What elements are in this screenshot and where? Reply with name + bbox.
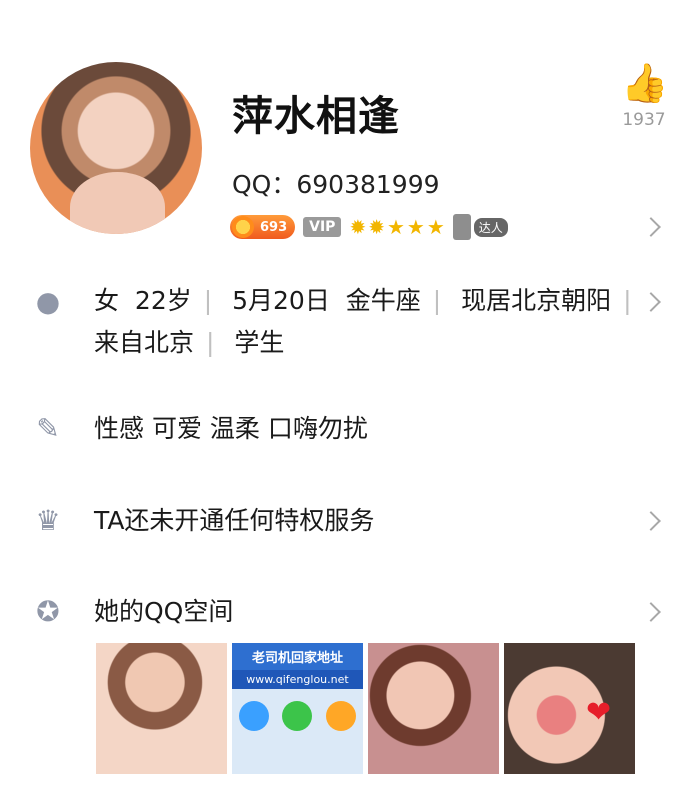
- person-icon: ●: [35, 285, 61, 318]
- thumbs-up-icon: 👍: [621, 61, 669, 105]
- star-icon: ★: [386, 215, 405, 239]
- wechat-login-icon: [282, 701, 313, 731]
- level-value: 693: [260, 219, 288, 235]
- privilege-row[interactable]: ♛ TA还未开通任何特权服务: [0, 500, 691, 544]
- level-badge: 693: [230, 215, 296, 239]
- birthday: 5月20日: [232, 286, 330, 315]
- qzone-photo[interactable]: [96, 643, 227, 774]
- qzone-photo[interactable]: ❤: [504, 643, 635, 774]
- qzone-photo[interactable]: [368, 643, 499, 774]
- phone-login-icon: [326, 701, 357, 731]
- qzone-photos: 老司机回家地址 www.qifenglou.net ❤: [96, 643, 635, 774]
- phone-wing-icon: [452, 214, 471, 240]
- signature-text: 性感 可爱 温柔 口嗨勿扰: [94, 414, 368, 443]
- chevron-right-icon: [641, 602, 661, 622]
- qzone-title: 她的QQ空间: [94, 597, 234, 626]
- privilege-text: TA还未开通任何特权服务: [94, 506, 375, 535]
- star-icon: ★: [406, 215, 425, 239]
- chevron-right-icon: [641, 511, 661, 531]
- info-line-2: 来自北京 | 学生: [94, 328, 285, 357]
- chevron-right-icon: [641, 292, 661, 312]
- info-row[interactable]: ● 女 22岁 | 5月20日 金牛座 | 现居北京朝阳 | 来自北京 | 学生: [0, 280, 691, 370]
- avatar[interactable]: [30, 62, 202, 234]
- zodiac: 金牛座: [345, 286, 421, 315]
- star-icon: ✪: [36, 595, 60, 628]
- photo-url: www.qifenglou.net: [232, 670, 363, 689]
- age: 22岁: [134, 286, 192, 315]
- qzone-row[interactable]: ✪ 她的QQ空间: [0, 591, 691, 635]
- gender: 女: [94, 286, 120, 315]
- sun-icon: ✹: [349, 215, 367, 239]
- sun-icon: ✹: [368, 215, 385, 239]
- star-icon: ★: [426, 215, 445, 239]
- signature-row[interactable]: ✎ 性感 可爱 温柔 口嗨勿扰: [0, 408, 691, 452]
- like-button[interactable]: 👍 1937: [621, 61, 669, 130]
- like-count: 1937: [622, 110, 666, 130]
- qq-login-icon: [238, 701, 269, 731]
- coin-icon: [232, 216, 254, 238]
- level-stars: ✹ ✹ ★ ★ ★: [349, 215, 444, 239]
- occupation: 学生: [234, 328, 285, 357]
- hometown: 来自北京: [94, 328, 195, 357]
- qzone-photo[interactable]: 老司机回家地址 www.qifenglou.net: [232, 643, 363, 774]
- photo-app-icons: [232, 701, 363, 731]
- photo-banner: 老司机回家地址: [232, 643, 363, 670]
- location: 现居北京朝阳: [461, 286, 612, 315]
- badge-bar[interactable]: 693 VIP ✹ ✹ ★ ★ ★ 达人: [230, 212, 508, 242]
- profile-name: 萍水相逢: [232, 92, 400, 140]
- pencil-icon: ✎: [36, 412, 60, 445]
- qq-number: QQ：690381999: [232, 170, 440, 199]
- daren-badge: 达人: [452, 214, 508, 240]
- chevron-right-icon[interactable]: [641, 217, 661, 237]
- heart-icon: ❤: [586, 695, 612, 730]
- crown-icon: ♛: [35, 504, 61, 537]
- daren-label: 达人: [473, 217, 508, 237]
- info-line-1: 女 22岁 | 5月20日 金牛座 | 现居北京朝阳 |: [94, 286, 632, 315]
- vip-badge: VIP: [303, 217, 342, 237]
